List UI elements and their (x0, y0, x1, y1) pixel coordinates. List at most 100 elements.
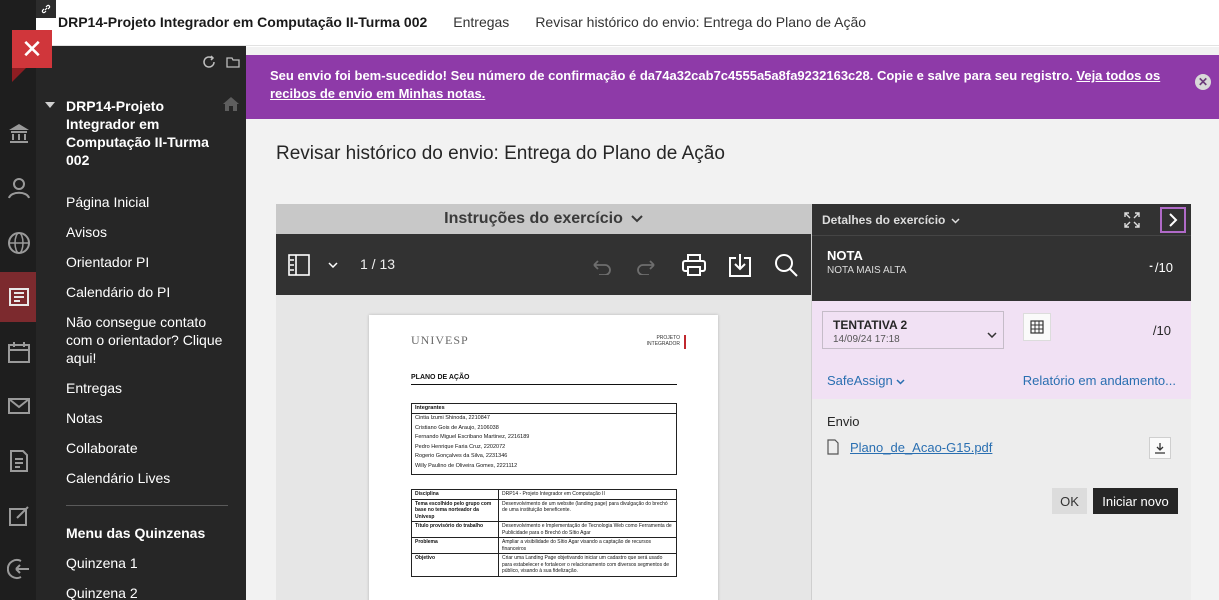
menu-item-pagina-inicial[interactable]: Página Inicial (66, 193, 236, 211)
attempt-grade: /10 (1152, 323, 1171, 338)
chevron-down-icon[interactable] (326, 252, 340, 278)
global-nav-rail (0, 0, 36, 600)
course-menu-tools (202, 55, 240, 74)
table-row: Tema escolhido pelo grupo com base no te… (412, 499, 676, 522)
safeassign-dropdown[interactable]: SafeAssign (827, 373, 905, 388)
submenu-title: Menu das Quinzenas (66, 525, 206, 541)
menu-item-orientador-pi[interactable]: Orientador PI (66, 253, 236, 271)
course-title[interactable]: DRP14-Projeto Integrador em Computação I… (66, 97, 216, 169)
menu-item-collaborate[interactable]: Collaborate (66, 439, 236, 457)
grades-icon[interactable] (6, 448, 32, 474)
grade-summary: NOTA NOTA MAIS ALTA -/10 (812, 235, 1191, 301)
undo-icon[interactable] (588, 252, 614, 278)
member-row: Pedro Henrique Faria Cruz, 2202072 (415, 443, 506, 450)
calendar-icon[interactable] (6, 339, 32, 365)
close-menu-button[interactable]: ✕ (12, 30, 52, 82)
messages-icon[interactable] (6, 393, 32, 419)
courses-icon[interactable] (6, 284, 32, 310)
home-icon[interactable] (222, 96, 240, 117)
members-header: Integrantes (412, 404, 676, 414)
institution-icon[interactable] (6, 120, 32, 146)
document-page: UNIVESP PROJETO INTEGRADOR PLANO DE AÇÃO… (369, 315, 718, 600)
breadcrumb-entregas[interactable]: Entregas (453, 14, 509, 30)
tools-icon[interactable] (6, 503, 32, 529)
collapse-panel-button[interactable] (1160, 207, 1186, 233)
chevron-down-icon (987, 325, 997, 343)
collapse-caret-icon[interactable] (45, 102, 55, 108)
table-row: Título provisório do trabalho Desenvolvi… (412, 522, 676, 538)
row-key: Tema escolhido pelo grupo com base no te… (412, 499, 499, 521)
assignment-details-panel: Detalhes do exercício NOTA NOTA MAIS ALT… (811, 204, 1191, 600)
attempt-date: 14/09/24 17:18 (833, 334, 900, 345)
download-icon[interactable] (726, 252, 754, 278)
submitted-file-link[interactable]: Plano_de_Acao-G15.pdf (850, 440, 992, 455)
quinzenas-menu: Menu das Quinzenas Quinzena 1 Quinzena 2 (66, 524, 205, 600)
profile-icon[interactable] (6, 175, 32, 201)
row-key: Problema (412, 538, 499, 553)
instructions-label: Instruções do exercício (444, 210, 623, 227)
submission-section: Envio Plano_de_Acao-G15.pdf OK Iniciar n… (812, 399, 1191, 600)
search-icon[interactable] (772, 252, 800, 278)
sign-out-icon[interactable] (6, 556, 32, 582)
members-table: Integrantes Cintia Izumi Shinoda, 221084… (411, 403, 677, 475)
instructions-toggle[interactable]: Instruções do exercício (276, 204, 811, 234)
menu-item-quinzena-1[interactable]: Quinzena 1 (66, 554, 205, 572)
submission-label: Envio (827, 414, 860, 429)
attempt-section: TENTATIVA 2 14/09/24 17:18 /10 SafeAssig… (812, 301, 1191, 399)
document-page-area[interactable]: UNIVESP PROJETO INTEGRADOR PLANO DE AÇÃO… (276, 295, 811, 600)
menu-item-calendario-pi[interactable]: Calendário do PI (66, 283, 236, 301)
file-icon (827, 439, 839, 460)
link-icon[interactable] (36, 0, 56, 18)
row-key: Título provisório do trabalho (412, 522, 499, 537)
row-key: Disciplina (412, 490, 499, 499)
ok-button[interactable]: OK (1052, 488, 1087, 514)
menu-item-avisos[interactable]: Avisos (66, 223, 236, 241)
details-header[interactable]: Detalhes do exercício (812, 204, 1191, 235)
menu-item-entregas[interactable]: Entregas (66, 379, 236, 397)
menu-item-calendario-lives[interactable]: Calendário Lives (66, 469, 236, 487)
download-file-button[interactable] (1149, 437, 1171, 459)
redo-icon[interactable] (634, 252, 660, 278)
start-new-button[interactable]: Iniciar novo (1093, 488, 1178, 514)
grade-score: - (1149, 260, 1153, 272)
details-header-label: Detalhes do exercício (822, 212, 946, 227)
rubric-grid-button[interactable] (1023, 313, 1051, 341)
grade-sublabel: NOTA MAIS ALTA (827, 265, 907, 276)
row-value: Desenvolvimento de um website (landing p… (502, 500, 668, 514)
attempt-select[interactable]: TENTATIVA 2 14/09/24 17:18 (822, 311, 1004, 349)
success-banner: Seu envio foi bem-sucedido! Seu número d… (246, 55, 1219, 119)
menu-item-contato-orientador[interactable]: Não consegue contato com o orientador? C… (66, 313, 236, 367)
expand-icon[interactable] (1124, 212, 1140, 231)
download-icon (1155, 443, 1165, 454)
attempt-name: TENTATIVA 2 (833, 318, 908, 332)
tag-line-2: INTEGRADOR (646, 341, 680, 347)
grade-label: NOTA (827, 248, 863, 263)
close-icon[interactable]: ✕ (1195, 74, 1211, 90)
menu-item-notas[interactable]: Notas (66, 409, 236, 427)
row-key: Objetivo (412, 554, 499, 576)
member-row: Fernando Miguel Escribano Martinez, 2216… (415, 434, 530, 440)
heading-rule (411, 384, 677, 385)
document-heading: PLANO DE AÇÃO (411, 374, 470, 381)
print-icon[interactable] (680, 252, 708, 278)
chevron-down-icon (896, 379, 905, 385)
success-message: Seu envio foi bem-sucedido! Seu número d… (270, 68, 1073, 83)
table-row: Problema Ampliar a visibilidade do Sítio… (412, 538, 676, 554)
course-menu-list: Página Inicial Avisos Orientador PI Cale… (66, 193, 236, 499)
sidebar-toggle-icon[interactable] (286, 252, 312, 278)
member-row: Cristiano Gois de Araujo, 2106038 (415, 424, 499, 431)
grade-value: -/10 (1149, 260, 1173, 275)
univesp-logo: UNIVESP (411, 333, 469, 347)
breadcrumb-course[interactable]: DRP14-Projeto Integrador em Computação I… (58, 14, 427, 30)
row-value: Desenvolvimento e Implementação de Tecno… (502, 523, 672, 536)
menu-item-quinzena-2[interactable]: Quinzena 2 (66, 584, 205, 600)
globe-icon[interactable] (6, 230, 32, 256)
member-row: Cintia Izumi Shinoda, 2210847 (415, 415, 490, 421)
chevron-down-icon (951, 213, 960, 227)
folder-icon[interactable] (226, 55, 240, 74)
document-viewer: Instruções do exercício 1 / 13 UNIVESP P… (276, 204, 811, 600)
safeassign-report-status[interactable]: Relatório em andamento... (1023, 373, 1176, 388)
refresh-icon[interactable] (202, 55, 216, 74)
viewer-toolbar: 1 / 13 (276, 234, 811, 295)
member-row: Rogerio Gonçalves da Silva, 2231346 (415, 453, 508, 459)
